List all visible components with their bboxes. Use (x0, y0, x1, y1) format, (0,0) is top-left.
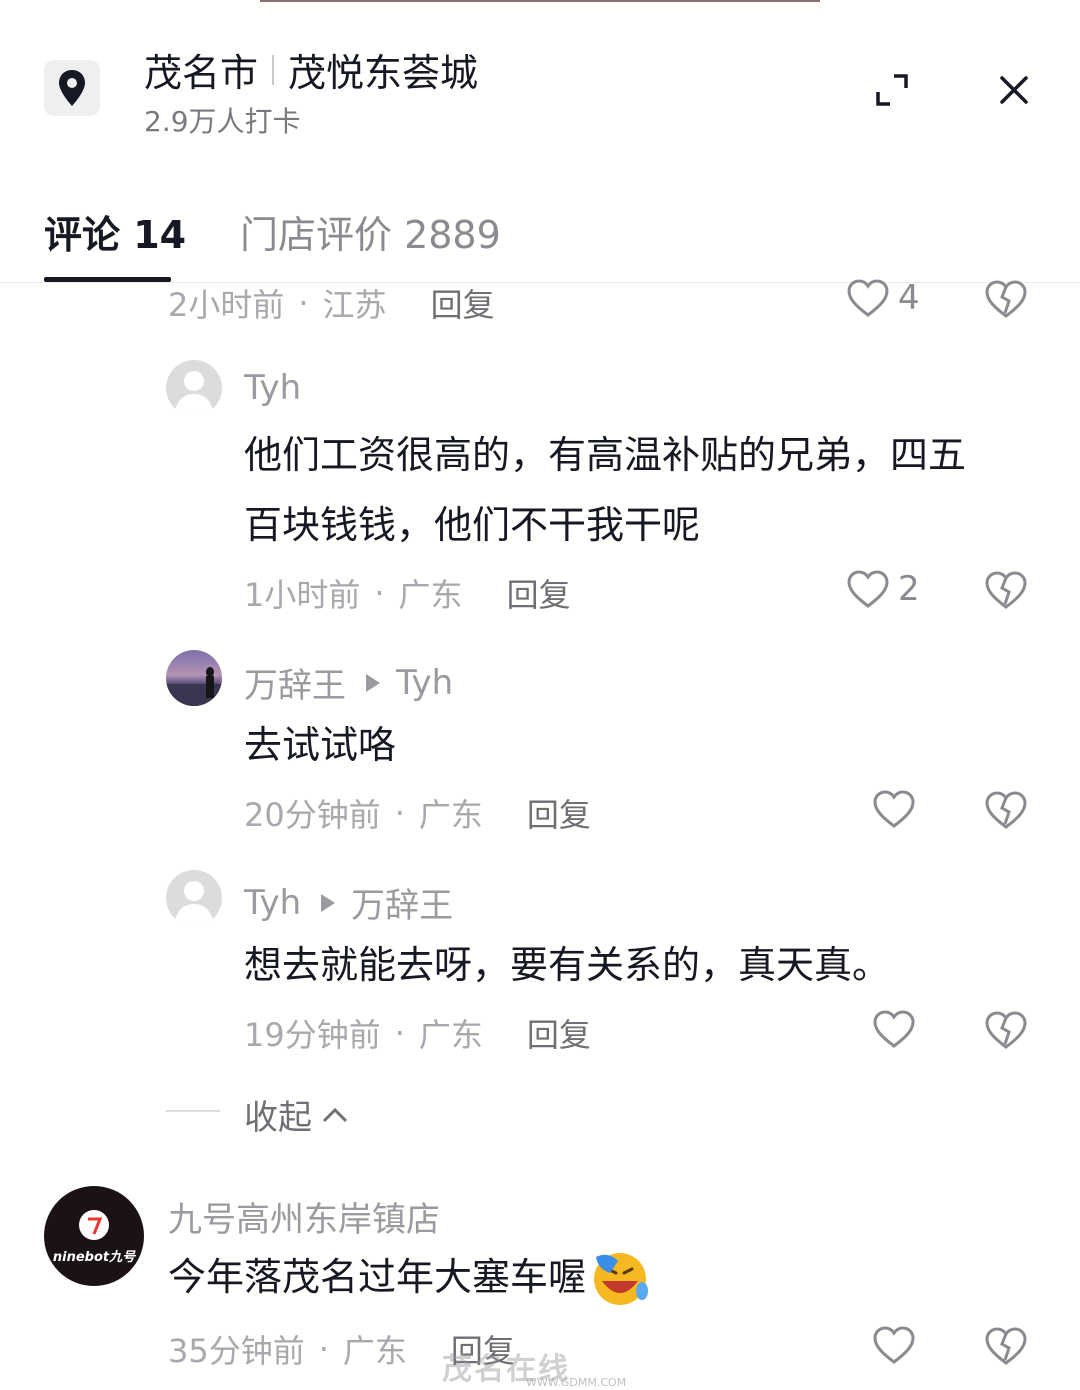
comment-author[interactable]: Tyh (244, 368, 301, 408)
dislike-button[interactable] (984, 1326, 1028, 1370)
broken-heart-icon (985, 791, 1027, 829)
avatar[interactable]: ninebot九号 (44, 1186, 144, 1286)
comment-author[interactable]: Tyh 万辞王 (244, 878, 453, 927)
laughing-face-emoji-icon (594, 1253, 649, 1305)
broken-heart-icon (985, 1327, 1027, 1365)
reply-to-arrow-icon (366, 673, 380, 692)
reply-button[interactable]: 回复 (527, 1010, 591, 1056)
broken-heart-icon (985, 1011, 1027, 1049)
comment-text-content: 今年落茂名过年大塞车喔 (168, 1255, 587, 1299)
comment-text-line: 百块钱钱，他们不干我干呢 (244, 503, 701, 547)
like-button[interactable]: 4 (846, 278, 920, 318)
avatar[interactable] (166, 360, 222, 416)
close-button[interactable] (994, 70, 1034, 110)
comment-text: 他们工资很高的，有高温补贴的兄弟，四五 百块钱钱，他们不干我干呢 (244, 420, 966, 560)
author-name: Tyh (244, 882, 302, 923)
default-avatar-icon (174, 881, 214, 926)
collapse-label: 收起 (244, 1098, 312, 1138)
comment-region: 广东 (418, 1016, 483, 1054)
heart-icon (873, 1326, 915, 1364)
meta-separator: · (394, 794, 405, 832)
place-title[interactable]: 茂名市 茂悦东荟城 (144, 42, 478, 97)
chevron-up-icon (322, 1107, 348, 1122)
comment-region: 江苏 (322, 286, 387, 324)
dislike-button[interactable] (984, 570, 1028, 614)
title-separator (272, 54, 275, 85)
ninebot-logo-icon (79, 1209, 109, 1240)
close-icon (1000, 76, 1028, 104)
city-name: 茂名市 (144, 51, 259, 95)
comment-meta: 1小时前 · 广东 回复 (244, 570, 571, 616)
avatar[interactable] (166, 870, 222, 926)
page: 茂名市 茂悦东荟城 2.9万人打卡 评论 14 门店评价 2889 2小时前 ·… (0, 0, 1080, 1390)
author-name: 九号高州东岸镇店 (168, 1200, 440, 1240)
reply-button[interactable]: 回复 (527, 790, 591, 836)
reply-button[interactable]: 回复 (507, 570, 571, 616)
avatar[interactable] (166, 650, 222, 706)
expand-button[interactable] (872, 70, 912, 110)
location-pin-icon (44, 60, 100, 116)
meta-separator: · (318, 1330, 329, 1368)
dislike-button[interactable] (984, 790, 1028, 834)
place-name: 茂悦东荟城 (288, 51, 479, 95)
meta-separator: · (394, 1014, 405, 1052)
heart-icon (847, 279, 889, 317)
reply-to-name: Tyh (396, 662, 454, 703)
comment-time: 19分钟前 (244, 1016, 381, 1054)
like-count: 4 (898, 278, 920, 318)
comment-time: 1小时前 (244, 576, 361, 614)
dislike-button[interactable] (984, 279, 1028, 323)
reply-button[interactable]: 回复 (431, 280, 495, 326)
comments-sheet: 茂名市 茂悦东荟城 2.9万人打卡 评论 14 门店评价 2889 2小时前 ·… (0, 2, 1080, 1390)
comment-region: 广东 (398, 576, 463, 614)
comment-text-line: 他们工资很高的，有高温补贴的兄弟，四五 (244, 433, 967, 477)
comment-time: 35分钟前 (168, 1332, 305, 1370)
comment-region: 广东 (418, 796, 483, 834)
avatar-silhouette (166, 667, 222, 706)
comment-text: 想去就能去呀，要有关系的，真天真。 (244, 943, 891, 987)
tab-comments[interactable]: 评论 14 (44, 204, 186, 259)
comment-time: 20分钟前 (244, 796, 381, 834)
comment-meta: 2小时前 · 江苏 回复 (168, 280, 495, 326)
like-button[interactable] (872, 789, 916, 829)
broken-heart-icon (985, 571, 1027, 609)
default-avatar-icon (174, 371, 214, 416)
comment-text: 去试试咯 (244, 723, 397, 767)
collapse-divider (166, 1110, 220, 1112)
collapse-replies-button[interactable]: 收起 (244, 1090, 350, 1139)
author-name: 万辞王 (244, 666, 346, 706)
comment-author[interactable]: 万辞王 Tyh (244, 658, 453, 707)
tab-store-reviews[interactable]: 门店评价 2889 (240, 204, 501, 259)
comment-text: 今年落茂名过年大塞车喔 (168, 1242, 650, 1312)
heart-icon (873, 790, 915, 828)
meta-separator: · (298, 284, 309, 322)
comment-meta: 19分钟前 · 广东 回复 (244, 1010, 591, 1056)
checkin-count: 2.9万人打卡 (144, 105, 301, 138)
like-button[interactable] (872, 1325, 916, 1365)
expand-icon (876, 74, 908, 106)
meta-separator: · (374, 574, 385, 612)
comment-time: 2小时前 (168, 286, 285, 324)
like-button[interactable]: 2 (846, 569, 920, 609)
broken-heart-icon (985, 280, 1027, 318)
reply-to-arrow-icon (321, 893, 336, 912)
author-name: Tyh (244, 368, 302, 408)
avatar-brand-text: ninebot九号 (52, 1249, 136, 1265)
like-button[interactable] (872, 1009, 916, 1049)
reply-to-name: 万辞王 (351, 886, 454, 926)
comment-author[interactable]: 九号高州东岸镇店 (168, 1192, 440, 1241)
heart-icon (847, 570, 889, 608)
comment-meta: 20分钟前 · 广东 回复 (244, 790, 591, 836)
watermark-url: WWW.GDMM.COM (526, 1376, 627, 1389)
dislike-button[interactable] (984, 1010, 1028, 1054)
heart-icon (873, 1010, 915, 1048)
comment-region: 广东 (342, 1332, 407, 1370)
like-count: 2 (898, 569, 920, 609)
